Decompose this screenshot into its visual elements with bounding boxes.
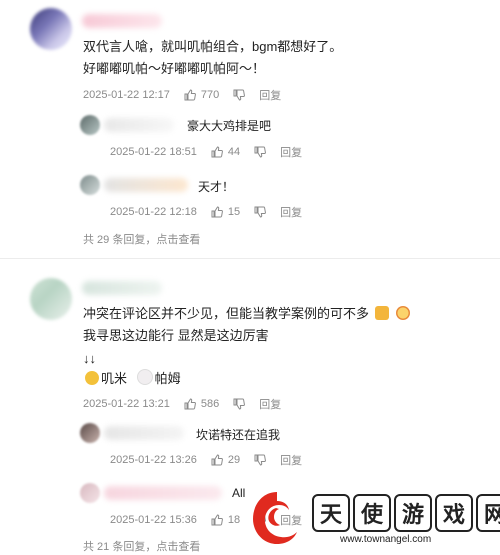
view-more-replies[interactable]: 共 21 条回复，点击查看: [83, 538, 200, 554]
reply-date: 2025-01-22 18:51: [110, 146, 197, 158]
comment-meta: 2025-01-22 12:17 770 回复: [83, 87, 281, 103]
comment-text-line: 冲突在评论区并不少见，但能当教学案例的可不多: [83, 306, 370, 321]
site-watermark: 天 使 游 戏 网 www.townangel.com: [248, 488, 500, 555]
comment-text: 双代言人嗆，就叫叽帕组合，bgm都想好了。: [83, 39, 343, 54]
like-button[interactable]: 586: [184, 398, 219, 410]
comment-date: 2025-01-22 13:21: [83, 398, 170, 410]
rabbit-emoji-icon: [136, 369, 153, 385]
like-count: 29: [227, 454, 241, 466]
tag-text: 叽米: [101, 371, 128, 386]
reply-text: 豪大大鸡排是吧: [187, 119, 272, 133]
like-count: 586: [200, 398, 220, 410]
thumb-down-icon: [233, 398, 246, 410]
username-blurred[interactable]: [104, 118, 174, 132]
dislike-button[interactable]: [254, 454, 267, 466]
dislike-button[interactable]: [233, 89, 246, 101]
reply-button[interactable]: 回复: [259, 87, 281, 103]
reply-date: 2025-01-22 15:36: [110, 514, 197, 526]
username-blurred[interactable]: [104, 486, 222, 500]
watermark-url: www.townangel.com: [340, 534, 432, 545]
watermark-char: 戏: [435, 494, 473, 532]
like-button[interactable]: 29: [211, 454, 240, 466]
thumb-down-icon: [254, 206, 267, 218]
divider: [0, 258, 500, 259]
like-button[interactable]: 18: [211, 514, 240, 526]
thumb-up-icon: [211, 454, 223, 466]
like-count: 770: [200, 89, 220, 101]
comment-tags: 叽米 帕姆: [83, 369, 181, 389]
reply-text: All: [232, 486, 246, 500]
thumb-down-icon: [254, 146, 267, 158]
comment-text: ↓↓: [83, 351, 96, 366]
avatar[interactable]: [30, 278, 72, 320]
reply-button[interactable]: 回复: [259, 396, 281, 412]
like-button[interactable]: 15: [211, 206, 240, 218]
reply-date: 2025-01-22 13:26: [110, 454, 197, 466]
chick-emoji-icon: [85, 371, 99, 385]
comment-text: 冲突在评论区并不少见，但能当教学案例的可不多: [83, 304, 412, 324]
thumb-up-icon: [184, 89, 196, 101]
watermark-char: 天: [312, 494, 350, 532]
angel-logo-icon: [253, 492, 297, 544]
dislike-button[interactable]: [254, 206, 267, 218]
reply-button[interactable]: 回复: [280, 204, 302, 220]
thumb-up-icon: [211, 146, 223, 158]
reply-meta: 2025-01-22 13:26 29 回复: [110, 452, 302, 468]
reply-button[interactable]: 回复: [280, 144, 302, 160]
like-button[interactable]: 770: [184, 89, 219, 101]
thumb-down-icon: [233, 89, 246, 101]
username-blurred[interactable]: [82, 14, 162, 28]
thumb-up-icon: [211, 206, 223, 218]
like-count: 44: [227, 146, 241, 158]
avatar[interactable]: [80, 423, 100, 443]
like-count: 15: [227, 206, 241, 218]
reply-text: 天才！: [198, 180, 235, 194]
tag-text: 帕姆: [154, 371, 181, 386]
reply-meta: 2025-01-22 12:18 15 回复: [110, 204, 302, 220]
reply-text: 坎诺特还在追我: [196, 428, 281, 442]
username-blurred[interactable]: [104, 426, 184, 440]
face-emoji-icon: [396, 306, 411, 320]
comment-text: 好嘟嘟叽帕～好嘟嘟叽帕阿～！: [83, 61, 266, 76]
dislike-button[interactable]: [233, 398, 246, 410]
reply-button[interactable]: 回复: [280, 452, 302, 468]
reply-date: 2025-01-22 12:18: [110, 206, 197, 218]
avatar[interactable]: [30, 8, 72, 50]
comment-date: 2025-01-22 12:17: [83, 89, 170, 101]
view-more-replies[interactable]: 共 29 条回复，点击查看: [83, 231, 200, 247]
watermark-char: 游: [394, 494, 432, 532]
watermark-char: 网: [476, 494, 500, 532]
avatar[interactable]: [80, 115, 100, 135]
thumb-up-icon: [211, 514, 223, 526]
username-blurred[interactable]: [82, 281, 162, 295]
comment-meta: 2025-01-22 13:21 586 回复: [83, 396, 281, 412]
watermark-title: 天 使 游 戏 网: [312, 494, 500, 532]
dislike-button[interactable]: [254, 146, 267, 158]
thumb-down-icon: [254, 454, 267, 466]
avatar[interactable]: [80, 483, 100, 503]
thumb-up-icon: [184, 398, 196, 410]
watermark-char: 使: [353, 494, 391, 532]
thumb-emoji-icon: [374, 306, 389, 320]
username-blurred[interactable]: [104, 178, 188, 192]
reply-meta: 2025-01-22 18:51 44 回复: [110, 144, 302, 160]
like-count: 18: [227, 514, 241, 526]
comment-text: 我寻思这边能行 显然是这边厉害: [83, 328, 269, 343]
like-button[interactable]: 44: [211, 146, 240, 158]
avatar[interactable]: [80, 175, 100, 195]
